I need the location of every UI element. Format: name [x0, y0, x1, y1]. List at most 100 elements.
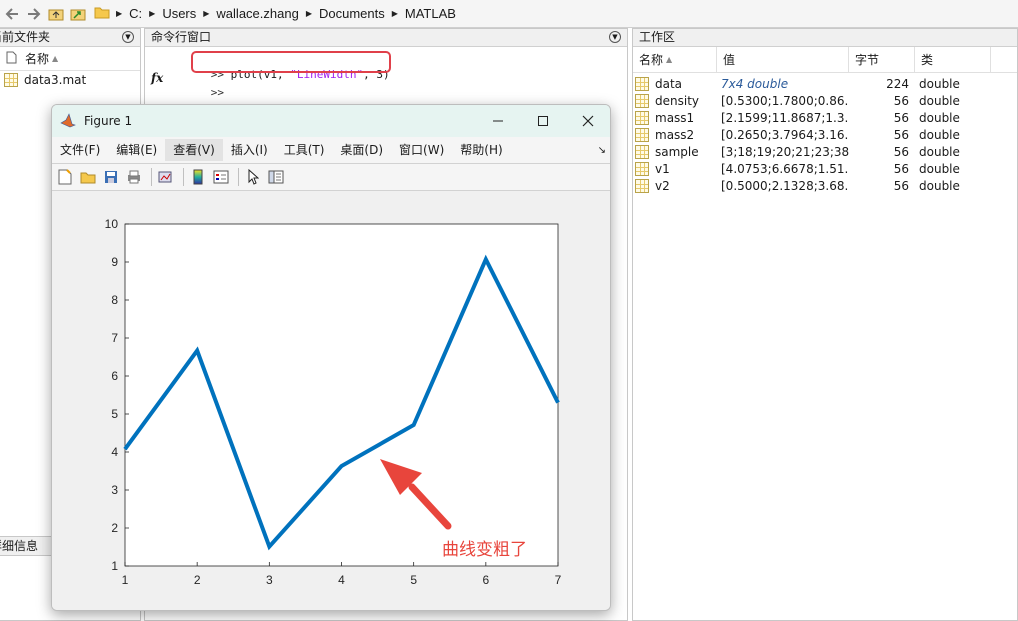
- var-name-cell: v2: [633, 178, 717, 193]
- menu-item[interactable]: 帮助(H): [452, 139, 510, 161]
- up-folder-icon[interactable]: [46, 4, 66, 24]
- y-tick-label: 3: [111, 483, 118, 497]
- folder-icon: [94, 6, 110, 22]
- dock-arrow-icon[interactable]: ↘: [598, 145, 606, 156]
- menu-item[interactable]: 编辑(E): [108, 139, 165, 161]
- workspace-row[interactable]: mass1 [2.1599;11.8687;1.3... 56 double: [633, 109, 1017, 126]
- var-bytes: 56: [893, 127, 909, 142]
- chevron-right-icon: ▶: [203, 9, 210, 18]
- variable-icon: [635, 161, 649, 176]
- var-name: density: [655, 93, 699, 108]
- current-folder-title: 当前文件夹 ▼: [0, 29, 140, 47]
- workspace-row[interactable]: data 7x4 double 224 double: [633, 75, 1017, 92]
- col-name[interactable]: 名称 ▲: [633, 47, 717, 72]
- figure-toolbar: [52, 163, 610, 191]
- file-name: data3.mat: [24, 73, 87, 87]
- var-name: mass1: [655, 110, 695, 125]
- workspace-row[interactable]: sample [3;18;19;20;21;23;38] 56 double: [633, 143, 1017, 160]
- x-tick-label: 4: [338, 573, 345, 587]
- var-name-cell: mass2: [633, 127, 717, 142]
- line-chart[interactable]: 1 2 3 4 5 6 7 1 2 3 4 5 6 7 8 9 10 曲线变粗了: [52, 191, 610, 611]
- menu-item[interactable]: 窗口(W): [391, 139, 452, 161]
- property-editor-icon[interactable]: [266, 167, 286, 187]
- var-class: double: [919, 161, 960, 176]
- y-tick-label: 5: [111, 407, 118, 421]
- col-value-label: 值: [723, 53, 736, 67]
- fx-icon[interactable]: fx: [151, 71, 163, 85]
- var-class: double: [919, 178, 960, 193]
- var-value: [4.0753;6.6678;1.51...: [721, 161, 849, 176]
- var-name: v1: [655, 161, 670, 176]
- var-name-cell: data: [633, 76, 717, 91]
- panel-menu-icon[interactable]: ▼: [609, 31, 621, 43]
- panel-menu-icon[interactable]: ▼: [122, 31, 134, 43]
- address-bar: ▶ C: ▶ Users ▶ wallace.zhang ▶ Documents…: [0, 0, 1018, 28]
- annotation-text: 曲线变粗了: [442, 540, 527, 560]
- col-value[interactable]: 值: [717, 47, 849, 72]
- command-window-title: 命令行窗口 ▼: [145, 29, 627, 47]
- figure-window: Figure 1 文件(F) 编辑(E) 查看(V) 插入(I) 工具(T) 桌面(D) 窗…: [51, 104, 611, 611]
- close-button[interactable]: [565, 105, 610, 137]
- x-tick-label: 2: [194, 573, 201, 587]
- chevron-right-icon: ▶: [149, 9, 156, 18]
- open-file-icon[interactable]: [78, 167, 98, 187]
- menu-item[interactable]: 工具(T): [276, 139, 333, 161]
- var-name: sample: [655, 144, 699, 159]
- var-name-cell: mass1: [633, 110, 717, 125]
- col-bytes[interactable]: 字节: [849, 47, 915, 72]
- var-bytes: 56: [893, 93, 909, 108]
- menu-item[interactable]: 桌面(D): [332, 139, 391, 161]
- crumb-matlab[interactable]: MATLAB: [400, 6, 461, 21]
- crumb-drive[interactable]: C:: [124, 6, 147, 21]
- menu-item[interactable]: 文件(F): [52, 139, 108, 161]
- var-bytes: 56: [893, 144, 909, 159]
- y-tick-label: 8: [111, 293, 118, 307]
- link-plot-icon[interactable]: [156, 167, 176, 187]
- col-name-label: 名称: [25, 52, 50, 66]
- matlab-logo-icon: [60, 112, 76, 131]
- y-tick-label: 2: [111, 521, 118, 535]
- back-icon[interactable]: [2, 4, 22, 24]
- var-bytes: 56: [893, 110, 909, 125]
- maximize-button[interactable]: [520, 105, 566, 137]
- figure-titlebar[interactable]: Figure 1: [52, 105, 610, 137]
- chevron-right-icon: ▶: [391, 9, 398, 18]
- var-class: double: [919, 127, 960, 142]
- workspace-row[interactable]: density [0.5300;1.7800;0.86... 56 double: [633, 92, 1017, 109]
- save-icon[interactable]: [101, 167, 121, 187]
- legend-icon[interactable]: [211, 167, 231, 187]
- workspace-row[interactable]: v2 [0.5000;2.1328;3.68... 56 double: [633, 177, 1017, 194]
- panel-title-text: 命令行窗口: [151, 30, 212, 44]
- var-name-cell: sample: [633, 144, 717, 159]
- crumb-user[interactable]: wallace.zhang: [211, 6, 303, 21]
- var-name-cell: density: [633, 93, 717, 108]
- pointer-icon[interactable]: [243, 167, 263, 187]
- var-bytes: 224: [886, 76, 909, 91]
- y-tick-label: 10: [105, 217, 119, 231]
- forward-icon[interactable]: [24, 4, 44, 24]
- sort-asc-icon: ▲: [666, 55, 673, 64]
- browse-folder-icon[interactable]: [68, 4, 88, 24]
- command-highlight-box: [191, 51, 391, 73]
- colorbar-icon[interactable]: [188, 167, 208, 187]
- chevron-right-icon: ▶: [116, 9, 123, 18]
- workspace-row[interactable]: v1 [4.0753;6.6678;1.51... 56 double: [633, 160, 1017, 177]
- variable-icon: [635, 178, 649, 193]
- col-class[interactable]: 类: [915, 47, 991, 72]
- minimize-button[interactable]: [475, 105, 521, 137]
- crumb-users[interactable]: Users: [157, 6, 201, 21]
- col-bytes-label: 字节: [855, 53, 880, 67]
- workspace-row[interactable]: mass2 [0.2650;3.7964;3.16... 56 double: [633, 126, 1017, 143]
- print-icon[interactable]: [124, 167, 144, 187]
- var-value: 7x4 double: [721, 76, 789, 91]
- details-label: 详细信息: [0, 539, 39, 553]
- x-tick-label: 1: [122, 573, 129, 587]
- sort-asc-icon: ▲: [52, 54, 59, 63]
- menu-item[interactable]: 插入(I): [223, 139, 276, 161]
- file-row[interactable]: data3.mat: [0, 71, 140, 89]
- crumb-documents[interactable]: Documents: [314, 6, 390, 21]
- menu-item[interactable]: 查看(V): [165, 139, 223, 161]
- var-class: double: [919, 110, 960, 125]
- file-list-header[interactable]: 名称 ▲: [0, 47, 140, 71]
- new-figure-icon[interactable]: [55, 167, 75, 187]
